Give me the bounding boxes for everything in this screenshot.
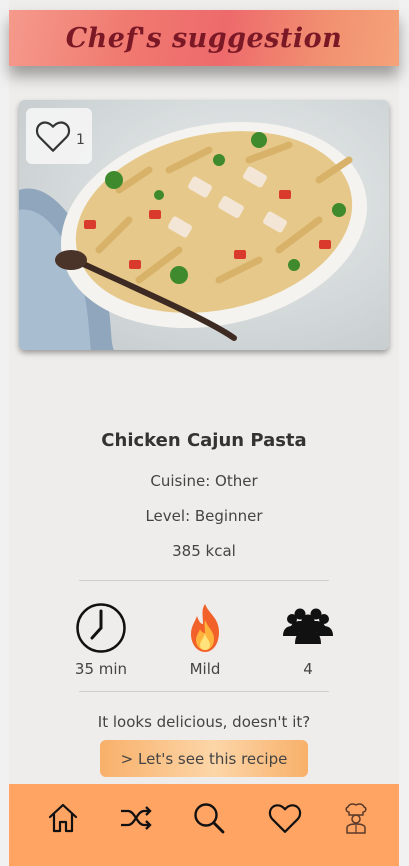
time-label: 35 min (74, 660, 128, 678)
nav-chef[interactable] (336, 800, 376, 836)
header-banner: Chef's suggestion (9, 10, 399, 66)
recipe-photo: 1 (19, 100, 389, 350)
chef-icon (345, 803, 367, 834)
bottom-navbar (9, 784, 399, 866)
recipe-cuisine: Cuisine: Other (150, 472, 258, 490)
like-button[interactable]: 1 (26, 108, 92, 164)
servings-label: 4 (303, 660, 313, 678)
search-icon (194, 803, 225, 834)
nav-random[interactable] (116, 800, 156, 836)
nav-search[interactable] (189, 800, 229, 836)
clock-icon (76, 603, 126, 653)
heart-icon (268, 804, 302, 833)
people-group-icon (283, 608, 333, 644)
shuffle-icon (121, 806, 152, 830)
heart-outline-icon (35, 121, 71, 152)
prompt-text: It looks delicious, doesn't it? (97, 713, 311, 731)
spice-label: Mild (189, 660, 221, 678)
nav-favorites[interactable] (265, 800, 305, 836)
stat-time: 35 min (56, 602, 146, 678)
recipe-title: Chicken Cajun Pasta (101, 430, 307, 451)
divider-bottom (79, 691, 329, 692)
page-title: Chef's suggestion (65, 22, 343, 54)
nav-home[interactable] (43, 800, 83, 836)
stat-spice: Mild (160, 602, 250, 678)
see-recipe-button[interactable]: > Let's see this recipe (100, 740, 308, 777)
home-icon (48, 803, 78, 833)
stat-servings: 4 (263, 602, 353, 678)
divider-top (79, 580, 329, 581)
like-count: 1 (76, 132, 85, 148)
recipe-level: Level: Beginner (145, 507, 263, 525)
fire-icon (191, 604, 219, 652)
app-frame: Chef's suggestion 1 Chicken Cajun Pasta … (9, 0, 399, 866)
recipe-calories: 385 kcal (172, 542, 236, 560)
